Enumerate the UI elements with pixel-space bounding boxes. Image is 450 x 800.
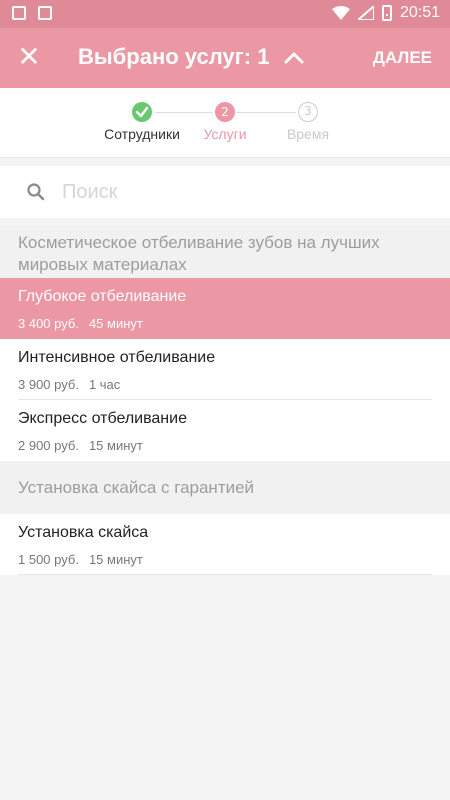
- battery-icon: [381, 5, 392, 21]
- status-time: 20:51: [399, 4, 440, 21]
- service-meta: 3 400 руб. 45 минут: [18, 316, 143, 331]
- section-header: Косметическое отбеливание зубов на лучши…: [0, 226, 450, 278]
- step-time[interactable]: 3 Время: [253, 102, 363, 142]
- service-duration: 15 минут: [88, 438, 143, 453]
- section-header: Установка скайса с гарантией: [0, 462, 450, 514]
- service-meta: 2 900 руб. 15 минут: [18, 438, 143, 453]
- service-duration: 15 минут: [88, 552, 143, 567]
- service-item[interactable]: Установка скайса 1 500 руб. 15 минут: [0, 514, 450, 575]
- search-bar: [0, 166, 450, 218]
- wifi-icon: [331, 6, 350, 20]
- service-meta: 1 500 руб. 15 минут: [18, 552, 143, 567]
- divider: [18, 574, 432, 575]
- service-name: Интенсивное отбеливание: [18, 349, 216, 366]
- service-price: 3 400 руб.: [18, 316, 79, 331]
- search-input[interactable]: [62, 176, 432, 208]
- service-name: Глубокое отбеливание: [18, 288, 187, 305]
- signal-icon: [357, 6, 374, 20]
- search-icon: [27, 183, 45, 201]
- service-price: 1 500 руб.: [18, 552, 79, 567]
- service-item[interactable]: Интенсивное отбеливание 3 900 руб. 1 час: [0, 339, 450, 400]
- service-meta: 3 900 руб. 1 час: [18, 377, 120, 392]
- step-number: 3: [298, 102, 318, 122]
- service-name: Экспресс отбеливание: [18, 410, 187, 427]
- service-duration: 45 минут: [88, 316, 143, 331]
- status-bar: 20:51: [0, 0, 450, 28]
- service-item[interactable]: Глубокое отбеливание 3 400 руб. 45 минут: [0, 278, 450, 339]
- close-icon[interactable]: ✕: [16, 43, 42, 71]
- chevron-up-icon[interactable]: [283, 48, 305, 66]
- service-price: 2 900 руб.: [18, 438, 79, 453]
- app-bar: ✕ Выбрано услуг: 1 ДАЛЕЕ: [0, 28, 450, 88]
- service-name: Установка скайса: [18, 524, 149, 541]
- image-icon: [12, 6, 26, 20]
- page-title: Выбрано услуг: 1: [78, 44, 270, 69]
- step-number: 2: [215, 102, 235, 122]
- a-icon: [38, 6, 52, 20]
- service-item[interactable]: Экспресс отбеливание 2 900 руб. 15 минут: [0, 400, 450, 461]
- stepper: Сотрудники 2 Услуги 3 Время: [0, 88, 450, 158]
- service-price: 3 900 руб.: [18, 377, 79, 392]
- check-icon: [132, 102, 152, 122]
- step-label: Время: [286, 126, 330, 142]
- next-button[interactable]: ДАЛЕЕ: [373, 48, 432, 68]
- service-duration: 1 час: [88, 377, 121, 392]
